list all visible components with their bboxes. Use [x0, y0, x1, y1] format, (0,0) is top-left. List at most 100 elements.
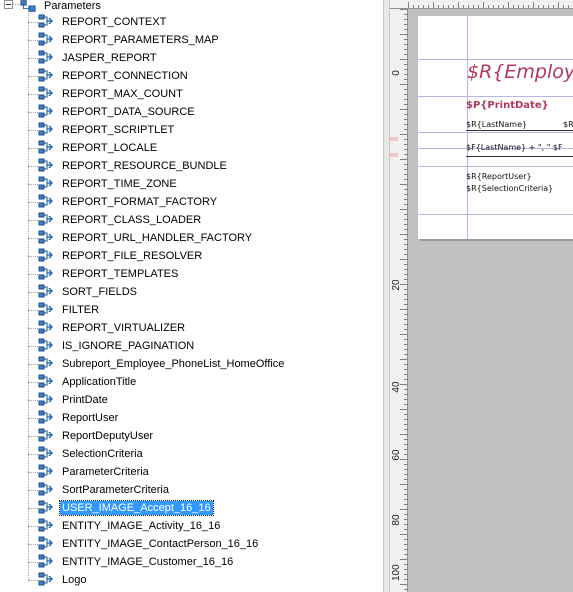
parameter-icon: [38, 176, 54, 192]
tree-item-parameter[interactable]: REPORT_PARAMETERS_MAP: [38, 31, 221, 49]
tree-item-parameter[interactable]: ApplicationTitle: [38, 373, 138, 391]
tree-item-parameter[interactable]: REPORT_DATA_SOURCE: [38, 103, 197, 121]
parameter-icon: [38, 68, 54, 84]
tree-item-parameter[interactable]: IS_IGNORE_PAGINATION: [38, 337, 196, 355]
tree-item-parameter[interactable]: SortParameterCriteria: [38, 481, 171, 499]
parameter-icon: [38, 122, 54, 138]
collapse-expander[interactable]: [4, 0, 13, 9]
tree-item-label: SelectionCriteria: [62, 448, 143, 460]
detail-expression-field[interactable]: $F{LastName} + ", " $F: [466, 143, 563, 152]
tree-item-parameter[interactable]: REPORT_VIRTUALIZER: [38, 319, 187, 337]
tree-item-label: ReportDeputyUser: [62, 430, 154, 442]
tree-item-parameter[interactable]: REPORT_CONNECTION: [38, 67, 190, 85]
tree-item-parameter[interactable]: SORT_FIELDS: [38, 283, 139, 301]
tree-item-parameter[interactable]: USER_IMAGE_Accept_16_16: [38, 499, 214, 517]
tree-item-label: REPORT_CONTEXT: [62, 16, 167, 28]
tree-item-parameter[interactable]: FILTER: [38, 301, 101, 319]
print-date-field[interactable]: $P{PrintDate}: [466, 100, 549, 111]
parameter-icon: [38, 428, 54, 444]
panel-splitter[interactable]: [383, 0, 390, 592]
tree-item-label: ENTITY_IMAGE_ContactPerson_16_16: [62, 538, 259, 550]
tree-item-parameter[interactable]: REPORT_TIME_ZONE: [38, 175, 179, 193]
tree-item-parameter[interactable]: ENTITY_IMAGE_ContactPerson_16_16: [38, 535, 260, 553]
tree-item-parameter[interactable]: REPORT_CLASS_LOADER: [38, 211, 203, 229]
parameter-icon: [38, 464, 54, 480]
tree-item-parameter[interactable]: ReportUser: [38, 409, 120, 427]
ruler-label: 20: [391, 279, 402, 291]
parameters-tree[interactable]: Parameters REPORT_CONTEXT REPORT_PARAMETE…: [0, 0, 383, 592]
tree-item-parameter[interactable]: REPORT_RESOURCE_BUNDLE: [38, 157, 229, 175]
parameter-icon: [38, 194, 54, 210]
column-header-lastname[interactable]: $R{LastName}: [466, 120, 527, 129]
column-header-next[interactable]: $R: [563, 120, 573, 129]
footer-selection-criteria-field[interactable]: $R{SelectionCriteria}: [466, 184, 553, 193]
tree-item-parameter[interactable]: REPORT_LOCALE: [38, 139, 159, 157]
tree-item-label: REPORT_VIRTUALIZER: [62, 322, 186, 334]
tree-item-label: ApplicationTitle: [62, 376, 137, 388]
report-design-canvas[interactable]: 0 20 40 60 80 100 $R{Employee $P{PrintDate} $…: [390, 0, 573, 592]
ruler-label: 60: [391, 449, 402, 461]
parameter-icon: [38, 482, 54, 498]
tree-item-parameter[interactable]: REPORT_MAX_COUNT: [38, 85, 185, 103]
tree-item-label: ENTITY_IMAGE_Activity_16_16: [62, 520, 221, 532]
ruler-label: 100: [391, 564, 402, 581]
tree-item-label: SORT_FIELDS: [62, 286, 137, 298]
tree-item-label: Subreport_Employee_PhoneList_HomeOffice: [62, 358, 285, 370]
tree-item-label: ENTITY_IMAGE_Customer_16_16: [62, 556, 234, 568]
tree-item-parameter[interactable]: REPORT_FILE_RESOLVER: [38, 247, 204, 265]
tree-item-parameter[interactable]: JASPER_REPORT: [38, 49, 159, 67]
tree-item-parameter[interactable]: ENTITY_IMAGE_Activity_16_16: [38, 517, 222, 535]
tree-item-parameter[interactable]: REPORT_TEMPLATES: [38, 265, 180, 283]
tree-item-parameter[interactable]: Subreport_Employee_PhoneList_HomeOffice: [38, 355, 286, 373]
ruler-label: 80: [391, 514, 402, 526]
tree-item-parameter[interactable]: Logo: [38, 571, 88, 589]
tree-item-label: REPORT_TEMPLATES: [62, 268, 179, 280]
parameter-icon: [38, 374, 54, 390]
tree-item-label: REPORT_LOCALE: [62, 142, 158, 154]
tree-item-label: PrintDate: [62, 394, 108, 406]
footer-report-user-field[interactable]: $R{ReportUser}: [466, 172, 532, 181]
parameter-icon: [38, 14, 54, 30]
tree-item-label: REPORT_MAX_COUNT: [62, 88, 183, 100]
tree-item-label: SortParameterCriteria: [62, 484, 169, 496]
tree-item-label: REPORT_SCRIPTLET: [62, 124, 175, 136]
parameter-icon: [38, 212, 54, 228]
tree-item-label: REPORT_PARAMETERS_MAP: [62, 34, 219, 46]
tree-item-label: USER_IMAGE_Accept_16_16: [59, 500, 214, 516]
tree-item-parameter[interactable]: REPORT_SCRIPTLET: [38, 121, 176, 139]
tree-item-label: JASPER_REPORT: [62, 52, 157, 64]
parameter-icon: [38, 320, 54, 336]
tree-item-label: REPORT_CLASS_LOADER: [62, 214, 202, 226]
tree-item-label: REPORT_FILE_RESOLVER: [62, 250, 203, 262]
parameter-icon: [38, 554, 54, 570]
ruler-label: 40: [391, 381, 402, 393]
parameter-icon: [38, 140, 54, 156]
tree-item-label: REPORT_URL_HANDLER_FACTORY: [62, 232, 253, 244]
tree-item-parameter[interactable]: ReportDeputyUser: [38, 427, 155, 445]
parameter-icon: [38, 32, 54, 48]
tree-item-parameter[interactable]: REPORT_CONTEXT: [38, 13, 168, 31]
parameter-icon: [38, 338, 54, 354]
tree-item-label: REPORT_DATA_SOURCE: [62, 106, 195, 118]
parameter-icon: [38, 230, 54, 246]
parameter-icon: [38, 500, 54, 516]
parameter-icon: [38, 158, 54, 174]
tree-item-parameter[interactable]: REPORT_URL_HANDLER_FACTORY: [38, 229, 254, 247]
parameter-icon: [38, 572, 54, 588]
parameter-icon: [38, 266, 54, 282]
tree-item-parameter[interactable]: SelectionCriteria: [38, 445, 145, 463]
parameter-icon: [38, 446, 54, 462]
parameter-icon: [38, 356, 54, 372]
parameter-icon: [38, 302, 54, 318]
parameter-icon: [38, 392, 54, 408]
tree-item-label: ReportUser: [62, 412, 119, 424]
tree-item-parameter[interactable]: ENTITY_IMAGE_Customer_16_16: [38, 553, 235, 571]
tree-item-label: REPORT_CONNECTION: [62, 70, 188, 82]
title-text-field[interactable]: $R{Employee: [467, 61, 573, 83]
parameter-icon: [38, 104, 54, 120]
tree-item-parameter[interactable]: ParameterCriteria: [38, 463, 151, 481]
tree-item-parameter[interactable]: PrintDate: [38, 391, 110, 409]
report-page[interactable]: $R{Employee $P{PrintDate} $R{LastName} $…: [418, 16, 573, 239]
vertical-ruler: 0 20 40 60 80 100: [390, 9, 408, 592]
tree-item-parameter[interactable]: REPORT_FORMAT_FACTORY: [38, 193, 219, 211]
